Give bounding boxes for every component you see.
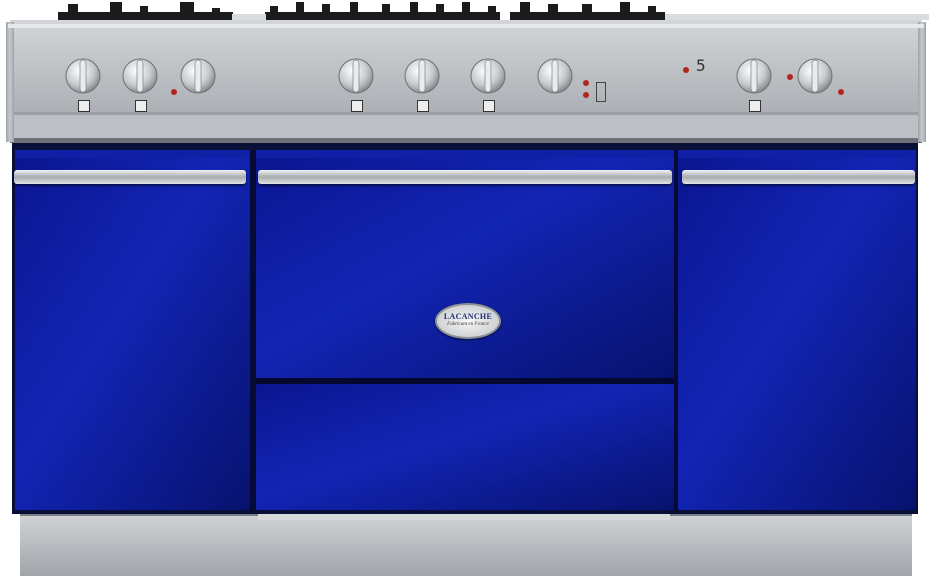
indicator-light — [683, 67, 689, 73]
timer-display: 5 — [696, 56, 706, 75]
indicator-light — [583, 80, 589, 86]
burner-square-icon — [78, 100, 90, 112]
brand-tagline: Fabricant en France — [447, 322, 489, 327]
main-oven-door[interactable] — [256, 190, 674, 378]
burner-square-icon — [417, 100, 429, 112]
left-cabinet-door[interactable] — [15, 190, 250, 510]
burner-knob-4[interactable] — [402, 56, 442, 96]
indicator-light — [787, 74, 793, 80]
indicator-light — [583, 92, 589, 98]
oven-door-handle[interactable] — [258, 170, 672, 184]
burner-knob-3[interactable] — [336, 56, 376, 96]
storage-drawer[interactable] — [256, 384, 674, 510]
burner-knob-5[interactable] — [468, 56, 508, 96]
right-door-handle[interactable] — [682, 170, 915, 184]
burner-knob-2[interactable] — [120, 56, 160, 96]
right-oven-door[interactable] — [678, 190, 916, 510]
burner-square-icon — [135, 100, 147, 112]
indicator-light — [171, 89, 177, 95]
oven-knob-center[interactable] — [535, 56, 575, 96]
brand-name: LACANCHE — [443, 312, 493, 321]
cooktop-grates — [58, 2, 929, 20]
indicator-light — [838, 89, 844, 95]
switch-icon[interactable] — [596, 82, 606, 102]
burner-square-icon — [749, 100, 761, 112]
burner-square-icon — [483, 100, 495, 112]
oven-knob-left[interactable] — [178, 56, 218, 96]
burner-square-icon — [351, 100, 363, 112]
burner-knob-6[interactable] — [734, 56, 774, 96]
brand-badge: LACANCHE Fabricant en France — [435, 303, 501, 339]
oven-knob-right[interactable] — [795, 56, 835, 96]
burner-knob-1[interactable] — [63, 56, 103, 96]
left-door-handle[interactable] — [14, 170, 246, 184]
